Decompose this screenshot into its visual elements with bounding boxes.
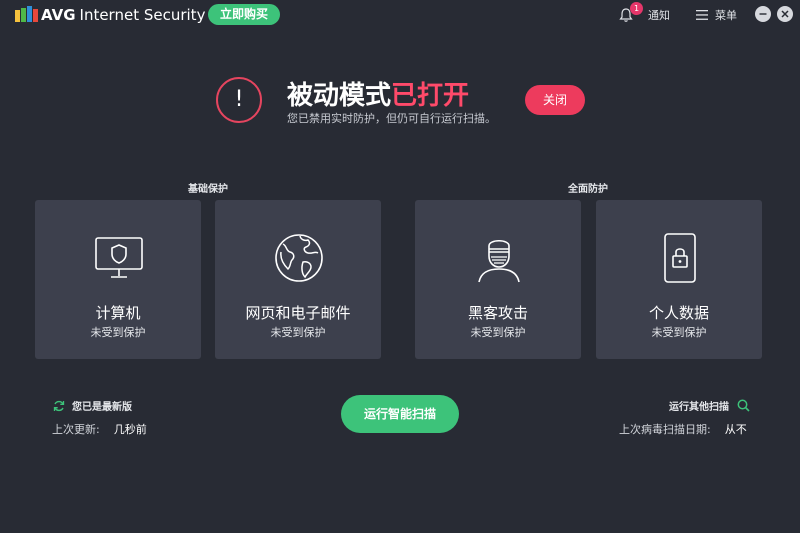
- card-computer[interactable]: 计算机 未受到保护: [35, 200, 201, 359]
- close-window-button[interactable]: [777, 6, 793, 22]
- last-update-label: 上次更新:: [52, 423, 100, 436]
- hacker-icon: [478, 239, 520, 283]
- buy-now-button[interactable]: 立即购买: [208, 4, 280, 25]
- card-status: 未受到保护: [270, 326, 326, 339]
- minimize-button[interactable]: [755, 6, 771, 22]
- notifications-label: 通知: [648, 9, 670, 22]
- up-to-date-status: 您已是最新版: [53, 398, 132, 413]
- card-title: 网页和电子邮件: [245, 304, 351, 322]
- banner-subtitle: 您已禁用实时防护，但仍可自行运行扫描。: [287, 112, 496, 125]
- run-other-scans-link[interactable]: 运行其他扫描: [669, 398, 750, 413]
- last-scan: 上次病毒扫描日期: 从不: [619, 421, 747, 437]
- other-scan-label: 运行其他扫描: [669, 402, 729, 413]
- computer-shield-icon: [95, 237, 143, 278]
- bell-icon: 1: [618, 2, 643, 23]
- brand-name: AVG: [41, 6, 76, 24]
- last-scan-value: 从不: [724, 423, 747, 436]
- close-passive-mode-button[interactable]: 关闭: [525, 85, 585, 115]
- last-update-value: 几秒前: [113, 423, 147, 436]
- product-name: Internet Security: [79, 6, 206, 24]
- app-title: AVG Internet Security: [41, 6, 205, 24]
- banner-title-main: 被动模式: [287, 81, 392, 111]
- last-scan-label: 上次病毒扫描日期:: [619, 423, 711, 436]
- card-title: 个人数据: [648, 304, 709, 322]
- title-bar: AVG Internet Security 立即购买 1 通知 菜单: [0, 0, 800, 30]
- card-status: 未受到保护: [470, 326, 526, 339]
- minimize-icon: [759, 13, 767, 15]
- up-to-date-label: 您已是最新版: [72, 402, 132, 413]
- globe-icon: [275, 234, 323, 282]
- card-personal-data[interactable]: 个人数据 未受到保护: [596, 200, 762, 359]
- close-icon: [781, 10, 789, 18]
- hamburger-icon: [696, 10, 708, 20]
- banner-title: 被动模式已打开: [287, 75, 469, 112]
- card-status: 未受到保护: [90, 326, 146, 339]
- card-web-email[interactable]: 网页和电子邮件 未受到保护: [215, 200, 381, 359]
- alert-icon: !: [216, 77, 262, 123]
- search-icon: [737, 399, 750, 412]
- card-hacker[interactable]: 黑客攻击 未受到保护: [415, 200, 581, 359]
- phone-lock-icon: [664, 233, 696, 283]
- run-smart-scan-button[interactable]: 运行智能扫描: [341, 395, 459, 433]
- avg-logo-icon: [15, 6, 38, 22]
- menu-button[interactable]: 菜单: [696, 6, 737, 24]
- notification-badge: 1: [630, 2, 643, 15]
- card-status: 未受到保护: [651, 326, 707, 339]
- section-label-basic: 基础保护: [188, 184, 228, 195]
- refresh-icon: [53, 400, 65, 411]
- card-title: 计算机: [95, 304, 141, 322]
- section-label-full: 全面防护: [568, 184, 608, 195]
- menu-label: 菜单: [715, 9, 737, 22]
- last-update: 上次更新: 几秒前: [52, 421, 147, 437]
- banner-title-highlight: 已打开: [391, 81, 470, 111]
- notifications-button[interactable]: 1 通知: [618, 2, 670, 24]
- card-title: 黑客攻击: [467, 304, 528, 322]
